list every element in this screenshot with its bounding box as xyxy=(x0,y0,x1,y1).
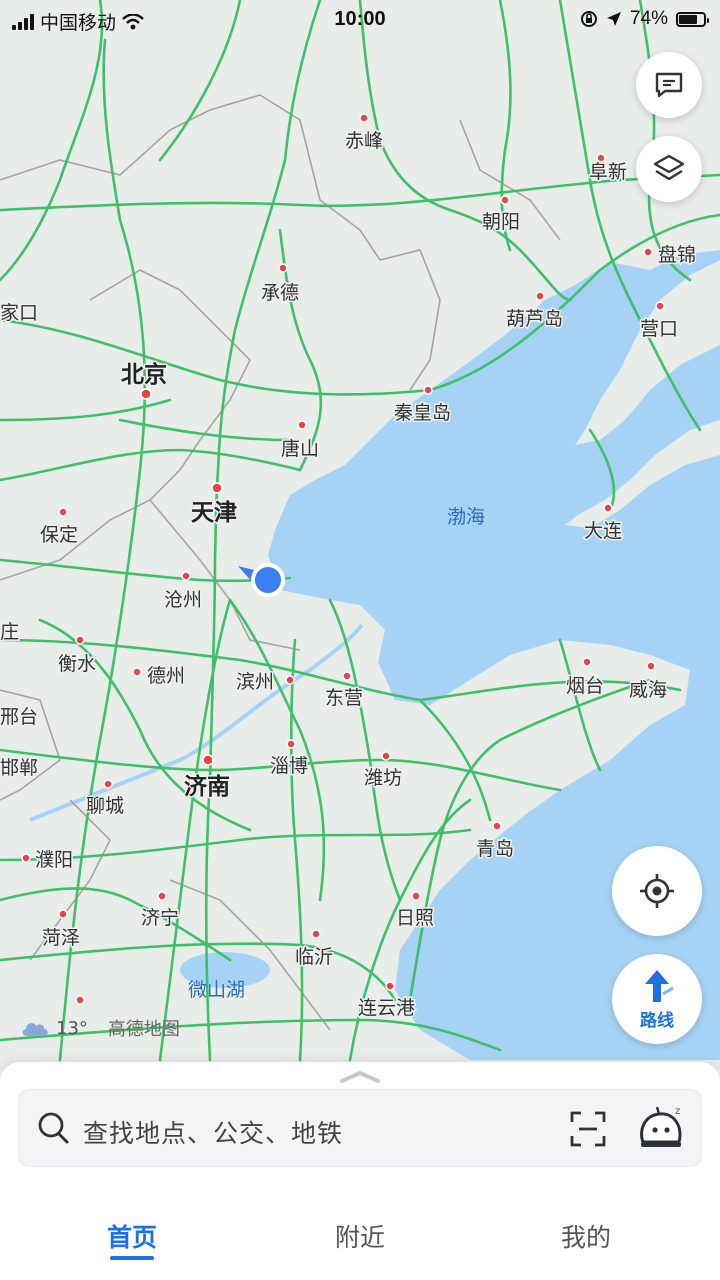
city-label-dalian: 大连 xyxy=(584,520,622,542)
city-label-zibo: 淄博 xyxy=(270,755,308,777)
tab-mine-label: 我的 xyxy=(560,1223,611,1252)
weather-widget[interactable]: 13° 高德地图 xyxy=(20,1015,180,1041)
city-label-qingdao: 青岛 xyxy=(476,838,514,860)
status-right: 74% xyxy=(580,8,709,30)
svg-text:z: z xyxy=(675,1106,680,1117)
city-label-fuxin: 阜新 xyxy=(589,161,627,183)
city-label-baoding: 保定 xyxy=(40,524,78,546)
city-label-dongying: 东营 xyxy=(325,687,363,709)
city-label-chaoyang: 朝阳 xyxy=(482,211,520,233)
city-label-panjin: 盘锦 xyxy=(658,244,696,266)
city-label-qinhuangdao: 秦皇岛 xyxy=(394,402,451,424)
search-placeholder: 查找地点、公交、地铁 xyxy=(83,1119,344,1148)
tab-mine[interactable]: 我的 xyxy=(526,1218,646,1254)
scan-icon[interactable] xyxy=(569,1110,607,1148)
city-label-yantai: 烟台 xyxy=(566,675,604,697)
tab-home-label: 首页 xyxy=(106,1223,157,1252)
temperature: 13° xyxy=(56,1017,88,1039)
city-label-xingtai: 邢台 xyxy=(0,706,38,728)
city-label-dezhou: 德州 xyxy=(147,665,185,687)
map-canvas[interactable]: 赤峰 阜新 朝阳 盘锦 家口 承德 葫芦岛 营口 秦皇岛 唐山 大连 保定 沧州… xyxy=(0,0,720,1070)
orientation-lock-icon xyxy=(580,11,597,27)
city-label-heze: 菏泽 xyxy=(42,927,80,949)
city-label-handan: 邯郸 xyxy=(0,757,38,779)
active-tab-indicator xyxy=(110,1256,154,1260)
city-label-weifang: 潍坊 xyxy=(364,767,402,789)
city-label-binzhou: 滨州 xyxy=(236,671,274,693)
tab-nearby-label: 附近 xyxy=(334,1223,385,1252)
brand-label: 高德地图 xyxy=(107,1019,180,1040)
city-label-yingkou: 营口 xyxy=(640,318,678,340)
status-bar: 中国移动 10:00 74% xyxy=(0,0,720,40)
sea-label: 渤海 xyxy=(447,506,485,528)
bottom-sheet[interactable]: 查找地点、公交、地铁 z xyxy=(0,1062,720,1192)
sheet-handle-icon[interactable] xyxy=(340,1070,380,1084)
search-icon xyxy=(38,1112,69,1144)
location-arrow-icon xyxy=(606,12,621,26)
layers-icon xyxy=(653,154,685,181)
location-dot xyxy=(251,563,285,597)
city-label-jining: 济宁 xyxy=(141,907,179,929)
tab-home[interactable]: 首页 xyxy=(72,1218,192,1260)
chat-bubble-icon xyxy=(655,72,683,98)
city-label-tianjin: 天津 xyxy=(191,499,237,526)
city-label-liaocheng: 聊城 xyxy=(86,795,124,817)
city-label-jinan: 济南 xyxy=(184,773,230,800)
assistant-robot-icon[interactable]: z xyxy=(637,1104,687,1150)
city-label-huludao: 葫芦岛 xyxy=(506,308,563,330)
city-label-tangshan: 唐山 xyxy=(281,438,319,460)
tab-nearby[interactable]: 附近 xyxy=(300,1218,420,1254)
tab-bar: 首页 附近 我的 xyxy=(0,1192,720,1280)
city-label-weihai: 威海 xyxy=(629,679,667,701)
search-bar[interactable]: 查找地点、公交、地铁 z xyxy=(18,1089,702,1167)
cloud-icon xyxy=(22,1023,48,1036)
city-label-chifeng: 赤峰 xyxy=(345,130,383,152)
city-label-lianyungang: 连云港 xyxy=(358,997,415,1019)
city-label-linyi: 临沂 xyxy=(295,946,333,968)
city-label-hengshui: 衡水 xyxy=(58,653,96,675)
route-arrow-icon xyxy=(645,969,674,1002)
city-label-cangzhou: 沧州 xyxy=(164,589,202,611)
city-label-puyang: 濮阳 xyxy=(35,849,73,871)
route-button[interactable]: 路线 xyxy=(612,954,702,1044)
battery-icon xyxy=(676,11,709,27)
message-button[interactable] xyxy=(636,52,702,118)
locate-button[interactable] xyxy=(612,846,702,936)
city-label-zhuang: 庄 xyxy=(0,621,19,643)
crosshair-icon xyxy=(640,874,674,908)
lake-label: 微山湖 xyxy=(188,979,245,1001)
battery-percent: 74% xyxy=(629,8,668,29)
city-label-rizhao: 日照 xyxy=(396,907,434,929)
route-label: 路线 xyxy=(640,1010,674,1031)
city-label-beijing: 北京 xyxy=(121,361,167,388)
city-label-jiakou: 家口 xyxy=(0,302,38,324)
layers-button[interactable] xyxy=(636,136,702,202)
city-label-chengde: 承德 xyxy=(261,282,299,304)
